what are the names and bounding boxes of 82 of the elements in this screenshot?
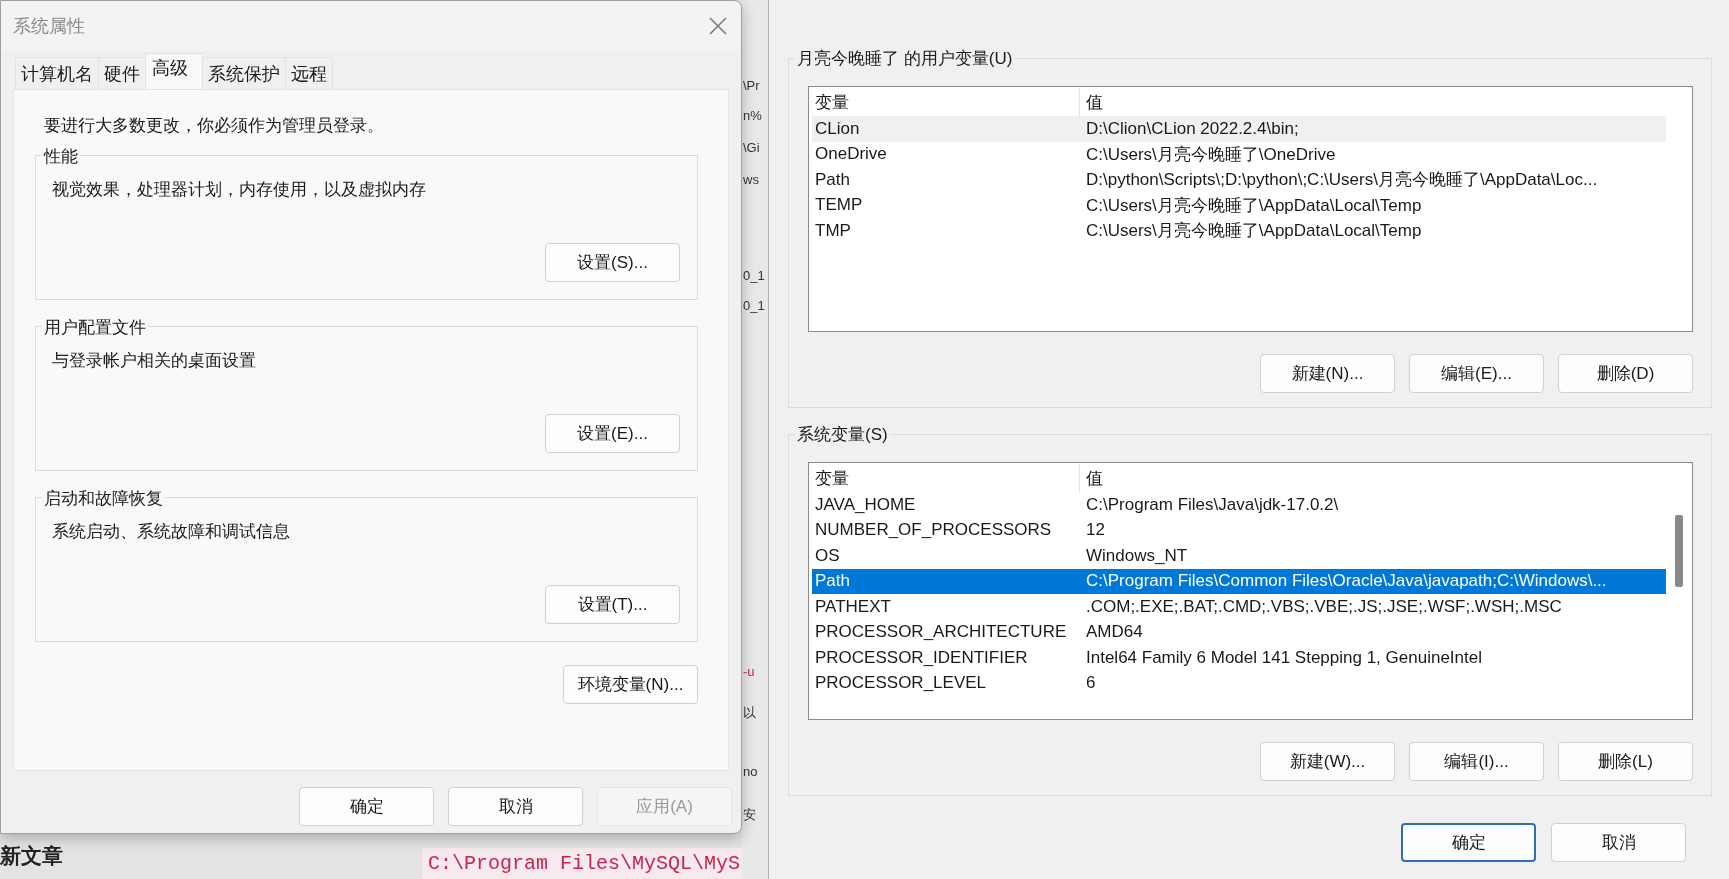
variable-value: 6 [1085,673,1096,694]
article-heading: 新文章 [0,843,63,869]
list-row[interactable]: OS Windows_NT [812,543,1666,569]
dialog-title: 系统属性 [13,15,85,38]
group-description: 与登录帐户相关的桌面设置 [52,350,257,372]
list-row[interactable]: TMP C:\Users\月亮今晚睡了\AppData\Local\Temp [812,218,1666,244]
variable-value: C:\Program Files\Common Files\Oracle\Java\javapath;C:\Windows\... [1085,571,1607,592]
dialog-button[interactable]: 取消 [1551,823,1686,862]
variable-value: Intel64 Family 6 Model 141 Stepping 1, GenuineIntel [1085,647,1482,668]
list-row[interactable]: Path C:\Program Files\Common Files\Oracle\Java\javapath;C:\Windows\... [812,568,1666,594]
variable-value: C:\Users\月亮今晚睡了\OneDrive [1085,143,1336,166]
list-row[interactable]: PROCESSOR_ARCHITECTURE AMD64 [812,619,1666,645]
variable-name: TMP [814,220,852,241]
variable-value: C:\Users\月亮今晚睡了\AppData\Local\Temp [1085,220,1422,243]
settings-button[interactable]: 设置(E)... [545,414,680,453]
background-text: 0_1 [743,268,765,283]
column-header[interactable]: 值 [1080,91,1103,114]
group-title: 性能 [42,145,80,168]
background-text: 以 [743,704,756,722]
variable-value: D:\Clion\CLion 2022.2.4\bin; [1085,118,1299,139]
column-header[interactable]: 变量 [812,465,1080,492]
variable-name: OS [814,545,841,566]
variable-value: .COM;.EXE;.BAT;.CMD;.VBS;.VBE;.JS;.JSE;.WSF;.WSH;.MSC [1085,596,1562,617]
background-text: 安 [743,806,756,824]
dialog-button[interactable]: 确定 [299,787,434,826]
settings-button[interactable]: 设置(S)... [545,243,680,282]
group-description: 视觉效果，处理器计划，内存使用，以及虚拟内存 [52,179,427,201]
variable-name: PROCESSOR_ARCHITECTURE [814,622,1068,643]
list-row[interactable]: CLion D:\Clion\CLion 2022.2.4\bin; [812,116,1666,142]
group-title: 用户配置文件 [42,316,148,339]
background-text: \Gi [743,140,760,155]
variable-name: PATHEXT [814,596,892,617]
variable-value: AMD64 [1085,622,1143,643]
dialog-button[interactable]: 确定 [1401,823,1536,862]
variable-value: C:\Users\月亮今晚睡了\AppData\Local\Temp [1085,194,1422,217]
list-button[interactable]: 新建(N)... [1260,354,1395,393]
list-row[interactable]: TEMP C:\Users\月亮今晚睡了\AppData\Local\Temp [812,192,1666,218]
group-title: 启动和故障恢复 [42,487,165,510]
variable-name: TEMP [814,195,864,216]
variable-name: Path [814,169,851,190]
background-text: no [743,764,758,779]
list-button[interactable]: 删除(L) [1558,742,1693,781]
variable-name: PROCESSOR_IDENTIFIER [814,647,1029,668]
variable-name: NUMBER_OF_PROCESSORS [814,520,1053,541]
list-button[interactable]: 新建(W)... [1260,742,1395,781]
list-row[interactable]: OneDrive C:\Users\月亮今晚睡了\OneDrive [812,141,1666,167]
tab[interactable]: 计算机名 [15,57,99,89]
list-button[interactable]: 删除(D) [1558,354,1693,393]
variable-value: C:\Program Files\Java\jdk-17.0.2\ [1085,494,1339,515]
close-icon[interactable] [709,17,727,35]
list-row[interactable]: PROCESSOR_IDENTIFIER Intel64 Family 6 Model 141 Stepping 1, GenuineIntel [812,645,1666,671]
background-text: n% [743,108,762,123]
dialog-button[interactable]: 取消 [448,787,583,826]
variable-name: CLion [814,118,861,139]
variable-name: PROCESSOR_LEVEL [814,673,987,694]
variable-value: 12 [1085,520,1105,541]
variable-value: D:\python\Scripts\;D:\python\;C:\Users\月亮今晚睡了\AppData\Loc... [1085,169,1598,192]
variable-name: Path [814,571,851,592]
variable-value: Windows_NT [1085,545,1188,566]
list-row[interactable]: Path D:\python\Scripts\;D:\python\;C:\Users\月亮今晚睡了\AppData\Loc... [812,167,1666,193]
list-row[interactable]: PATHEXT .COM;.EXE;.BAT;.CMD;.VBS;.VBE;.JS;.JSE;.WSF;.WSH;.MSC [812,594,1666,620]
variable-name: JAVA_HOME [814,494,917,515]
list-button[interactable]: 编辑(I)... [1409,742,1544,781]
tab[interactable]: 远程 [285,57,333,89]
column-header[interactable]: 值 [1080,467,1103,490]
variable-name: OneDrive [814,144,888,165]
background-text: ws [743,172,759,187]
list-row[interactable]: JAVA_HOME C:\Program Files\Java\jdk-17.0.2\ [812,492,1666,518]
background-text: 0_1 [743,298,765,313]
list-button[interactable]: 编辑(E)... [1409,354,1544,393]
group-description: 系统启动、系统故障和调试信息 [52,521,291,543]
tab[interactable]: 高级 [145,53,203,89]
background-text: -u [743,664,755,679]
admin-notice: 要进行大多数更改，你必须作为管理员登录。 [44,115,385,137]
scrollbar-thumb[interactable] [1675,515,1683,587]
environment-variables-button[interactable]: 环境变量(N)... [563,665,698,704]
group-title: 系统变量(S) [795,423,890,446]
list-row[interactable]: PROCESSOR_LEVEL 6 [812,670,1666,696]
group-title: 月亮今晚睡了 的用户变量(U) [795,47,1015,70]
list-row[interactable]: NUMBER_OF_PROCESSORS 12 [812,517,1666,543]
settings-button[interactable]: 设置(T)... [545,585,680,624]
background-text: \Pr [743,78,760,93]
